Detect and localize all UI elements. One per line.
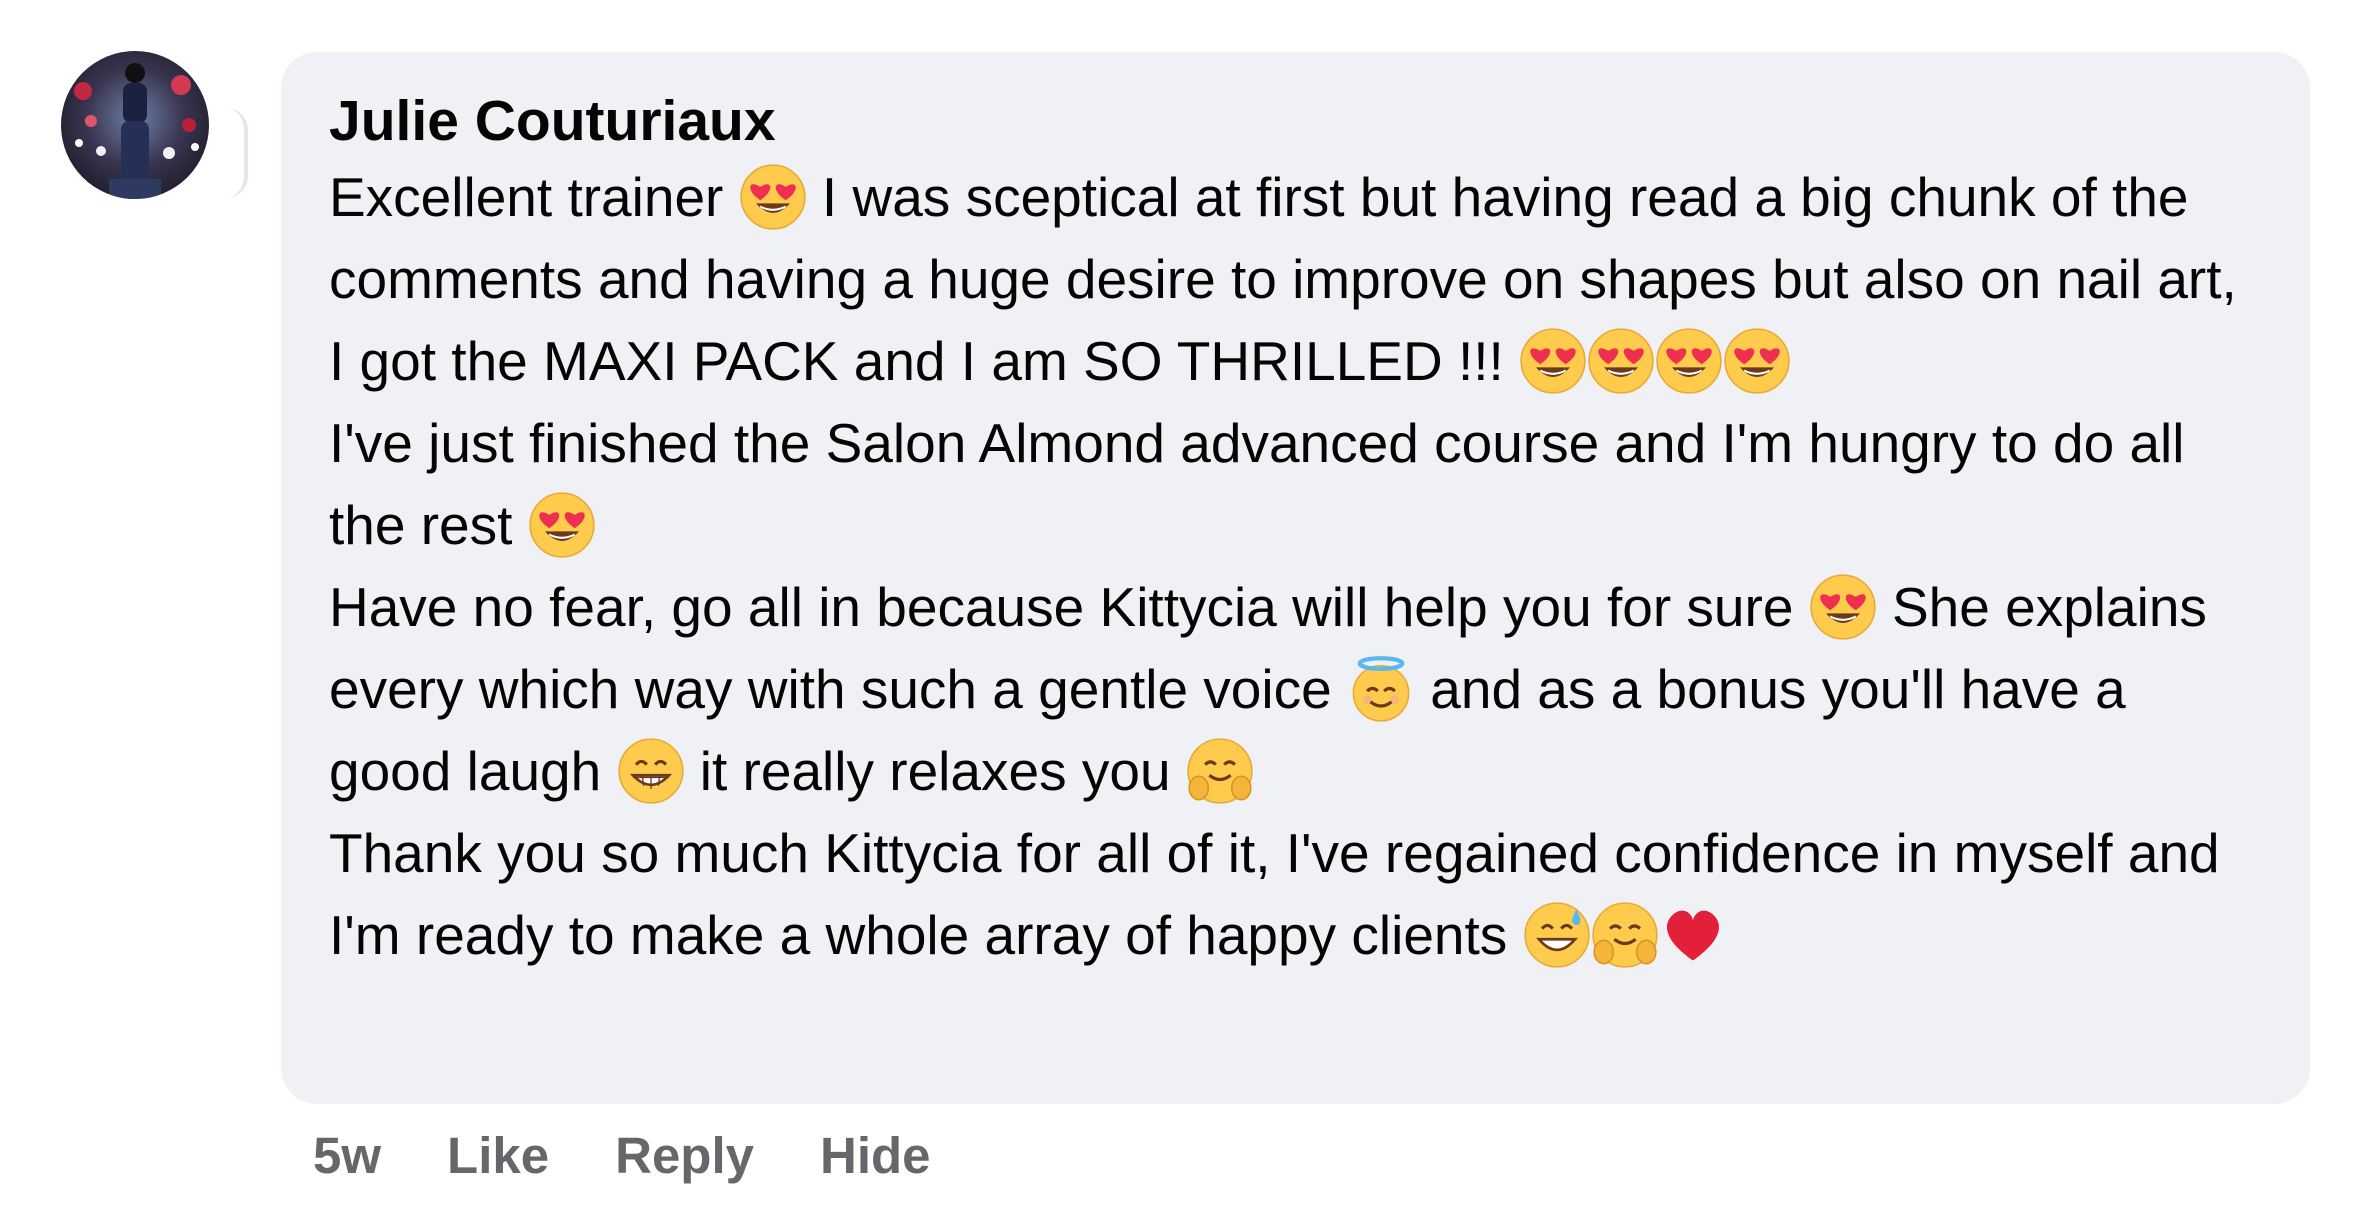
heart-eyes-emoji	[1723, 327, 1791, 395]
hug-emoji	[1186, 737, 1254, 805]
avatar-divider	[226, 108, 248, 198]
heart-eyes-emoji	[739, 163, 807, 231]
comment-paragraph: Excellent trainer I was sceptical at fir…	[329, 156, 2262, 402]
avatar[interactable]	[61, 51, 209, 199]
comment-paragraph: Thank you so much Kittycia for all of it…	[329, 812, 2262, 976]
heart-eyes-emoji	[1809, 573, 1877, 641]
comment-bubble: Julie Couturiaux Excellent trainer I was…	[281, 52, 2310, 1104]
comment-author-name[interactable]: Julie Couturiaux	[329, 86, 2262, 156]
sweat-smile-emoji	[1523, 901, 1591, 969]
comment-text-segment: Excellent trainer	[329, 166, 739, 228]
comment-paragraph: I've just finished the Salon Almond adva…	[329, 402, 2262, 566]
heart-eyes-emoji	[1519, 327, 1587, 395]
red-heart-emoji	[1659, 901, 1727, 969]
heart-eyes-emoji	[1587, 327, 1655, 395]
comment-text-segment: I've just finished the Salon Almond adva…	[329, 412, 2185, 556]
halo-smile-emoji	[1347, 655, 1415, 723]
comment-text: Excellent trainer I was sceptical at fir…	[329, 156, 2262, 976]
timestamp-link[interactable]: 5w	[313, 1124, 381, 1188]
hug-emoji	[1591, 901, 1659, 969]
like-button[interactable]: Like	[447, 1124, 549, 1188]
comment-text-segment: Have no fear, go all in because Kittycia…	[329, 576, 1809, 638]
comment-paragraph: Have no fear, go all in because Kittycia…	[329, 566, 2262, 812]
comment-text-segment: Thank you so much Kittycia for all of it…	[329, 822, 2220, 966]
heart-eyes-emoji	[528, 491, 596, 559]
comment-actions: 5w Like Reply Hide	[313, 1124, 931, 1188]
heart-eyes-emoji	[1655, 327, 1723, 395]
hide-button[interactable]: Hide	[820, 1124, 931, 1188]
comment-text-segment: it really relaxes you	[684, 740, 1186, 802]
grin-emoji	[617, 737, 685, 805]
reply-button[interactable]: Reply	[615, 1124, 754, 1188]
